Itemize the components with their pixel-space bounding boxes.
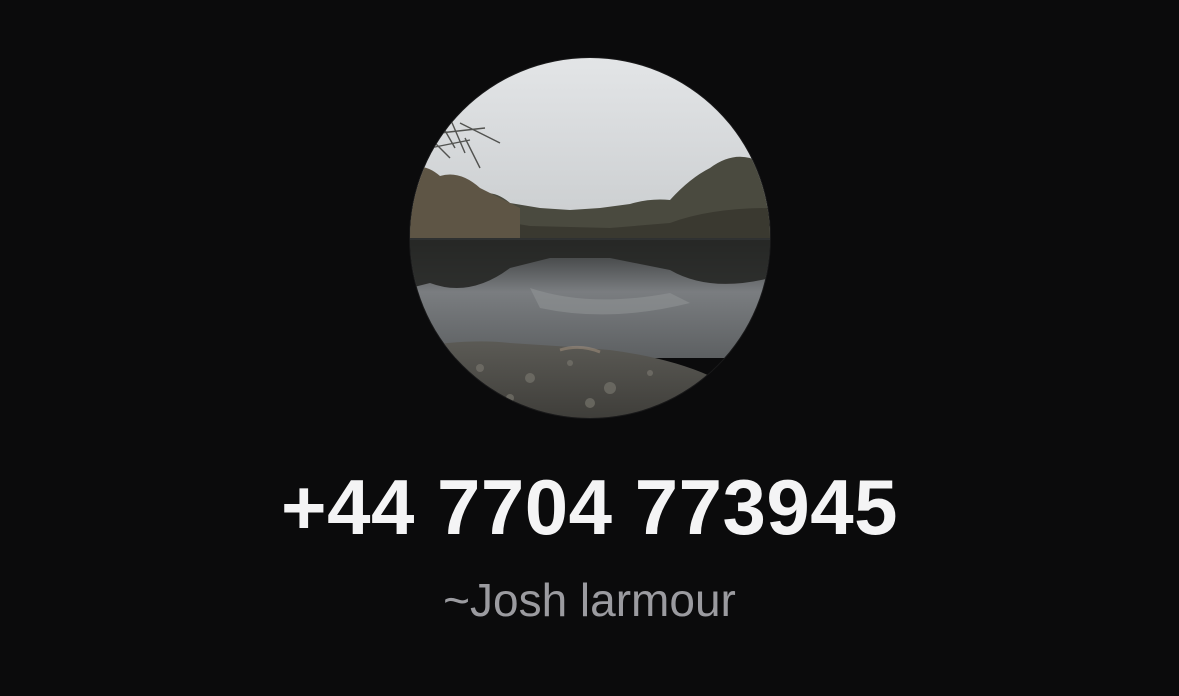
contact-profile: +44 7704 773945 ~Josh larmour	[0, 0, 1179, 696]
profile-photo	[410, 58, 770, 418]
avatar[interactable]	[410, 58, 770, 418]
phone-number: +44 7704 773945	[281, 463, 898, 551]
contact-name: ~Josh larmour	[443, 574, 736, 626]
